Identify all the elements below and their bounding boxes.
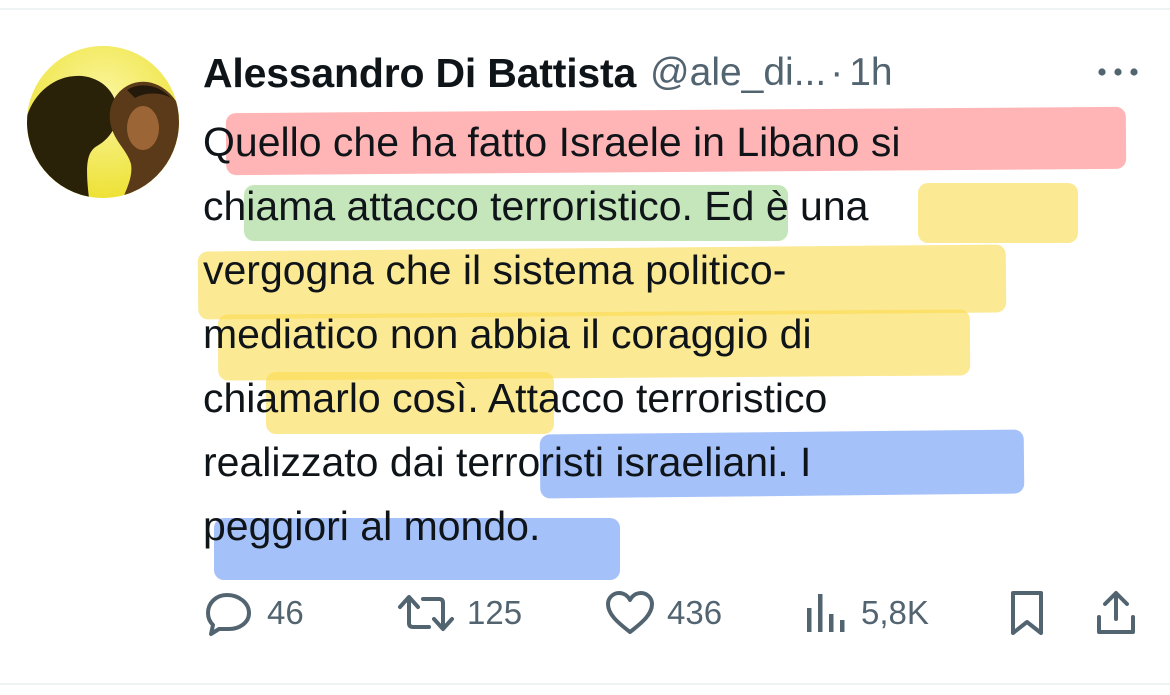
reply-count: 46: [267, 594, 304, 631]
repost-button[interactable]: 125: [397, 585, 522, 641]
avatar-photo: [27, 46, 179, 198]
author-handle[interactable]: @ale_di...: [650, 51, 826, 95]
post-text-line: mediatico non abbia il coraggio di: [203, 311, 812, 357]
post-text-line: Quello che ha fatto Israele in Libano si: [203, 119, 901, 165]
reply-button[interactable]: 46: [205, 585, 304, 641]
author-avatar[interactable]: [27, 46, 179, 198]
header-separator: ·: [830, 51, 844, 94]
bookmark-button[interactable]: [1008, 585, 1046, 641]
more-horizontal-icon[interactable]: [1096, 60, 1140, 84]
like-button[interactable]: 436: [605, 585, 722, 641]
top-divider: [0, 8, 1170, 10]
post-text-line: chiama attacco terroristico. Ed è una: [203, 183, 869, 229]
views-icon: [807, 594, 845, 632]
reply-icon: [206, 593, 251, 636]
repost-count: 125: [467, 594, 523, 631]
views-button[interactable]: 5,8K: [803, 585, 929, 641]
bookmark-icon: [1011, 591, 1043, 635]
post-text: Quello che ha fatto Israele in Libano si…: [203, 110, 1103, 558]
post-text-line: realizzato dai terroristi israeliani. I: [203, 439, 812, 485]
post-header: Alessandro Di Battista @ale_di... · 1h: [203, 46, 893, 100]
post-text-line: chiamarlo così. Attacco terroristico: [203, 375, 828, 421]
post-text-line: peggiori al mondo.: [203, 503, 541, 549]
bottom-divider: [0, 683, 1170, 685]
action-bar: 46 125 436 5,8K: [0, 585, 1170, 641]
post-text-line: vergogna che il sistema politico-: [203, 247, 787, 293]
share-button[interactable]: [1094, 585, 1138, 641]
like-count: 436: [667, 594, 723, 631]
post-timestamp[interactable]: 1h: [849, 51, 892, 95]
share-icon: [1097, 591, 1135, 634]
views-count: 5,8K: [861, 594, 929, 631]
heart-icon: [606, 591, 654, 634]
repost-icon: [398, 595, 454, 631]
author-name[interactable]: Alessandro Di Battista: [203, 50, 636, 97]
